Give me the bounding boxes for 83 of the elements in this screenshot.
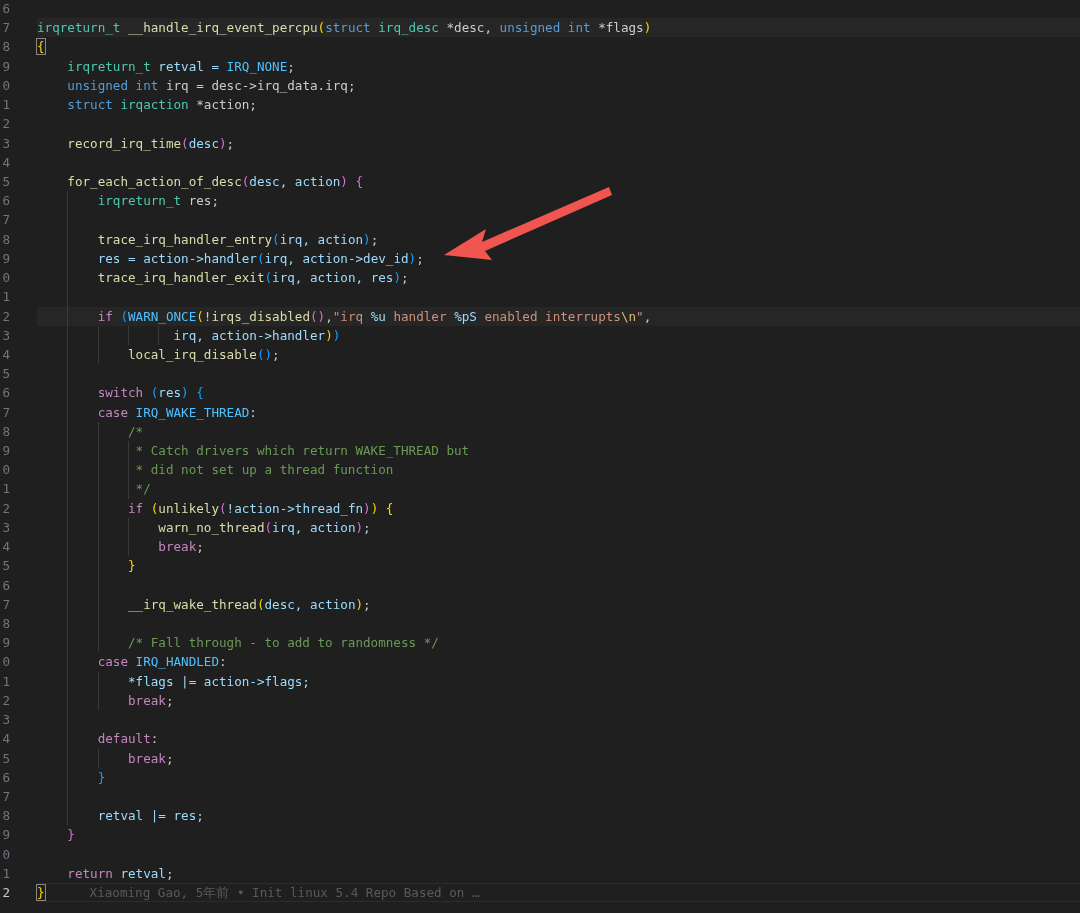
code-line: res = action->handler(irq, action->dev_id); [96,249,424,268]
code-line: } [37,884,45,902]
code-line: { [37,38,45,57]
code-line: irq, action->handler)) [172,326,341,345]
line-number: 9 [1,442,10,461]
line-number: 1 [1,672,10,691]
line-number: 7 [1,787,10,806]
code-line: /* Fall through - to add to randomness */ [127,634,439,653]
line-number: 7 [1,403,10,422]
line-number: 5 [1,172,10,191]
code-line: default: [96,730,159,749]
line-number: 6 [1,768,10,787]
line-number: 1 [1,480,10,499]
line-number: 0 [1,269,10,288]
line-number: 0 [1,76,10,95]
line-number: 6 [1,576,10,595]
line-number: 8 [1,615,10,633]
line-number: 8 [1,230,10,249]
code-line: local_irq_disable(); [127,345,280,364]
line-number: 6 [1,192,10,211]
code-line: /* [127,422,144,441]
line-number: 6 [1,384,10,403]
line-number: 1 [1,288,10,307]
line-number: 4 [1,538,10,557]
line-number: 7 [1,595,10,614]
code-line: * did not set up a thread function [134,461,394,480]
line-number: 5 [1,749,10,768]
code-line: record_irq_time(desc); [66,134,235,153]
code-line: warn_no_thread(irq, action); [157,518,371,537]
line-number: 9 [1,634,10,653]
code-line: for_each_action_of_desc(desc, action) { [66,172,364,191]
line-number: 8 [1,807,10,826]
code-line: return retval; [66,864,174,883]
line-number: 5 [1,365,10,384]
line-number: 7 [1,19,10,38]
line-number: 3 [1,518,10,537]
code-line: } [96,768,106,787]
line-number: 1 [1,864,10,883]
line-number: 4 [1,730,10,749]
code-line: retval |= res; [96,807,204,826]
code-line: } [66,826,75,845]
code-line: irqreturn_t retval = IRQ_NONE; [66,57,295,76]
line-number: 0 [1,461,10,480]
code-line: trace_irq_handler_entry(irq, action); [96,230,379,249]
line-number: 3 [1,326,10,345]
code-line: if (unlikely(!action->thread_fn)) { [127,499,394,518]
line-number: 3 [1,134,10,153]
line-number: 1 [1,96,10,115]
line-number: 8 [1,38,10,57]
line-number: 7 [1,211,10,230]
code-line: switch (res) { [96,384,204,403]
line-number: 9 [1,249,10,268]
code-line: unsigned int irq = desc->irq_data.irq; [66,76,356,95]
code-line: irqreturn_t res; [96,192,219,211]
line-number: 0 [1,653,10,672]
line-number: 5 [1,557,10,576]
code-line: break; [127,691,174,710]
line-number: 0 [1,845,10,864]
line-number: 2 [1,307,10,326]
code-line: break; [157,538,204,557]
line-number: 6 [1,0,10,18]
line-number: 4 [1,345,10,364]
line-number: 9 [1,826,10,845]
code-line: struct irqaction *action; [66,96,257,115]
line-number: 9 [1,57,10,76]
code-line: */ [134,480,151,499]
code-line: case IRQ_HANDLED: [96,653,227,672]
code-line: __irq_wake_thread(desc, action); [127,595,371,614]
code-line: } [127,557,136,576]
line-number: 4 [1,153,10,172]
line-number: 2 [1,884,10,903]
code-line: *flags |= action->flags; [127,672,310,691]
line-number: 2 [1,499,10,518]
line-number: 2 [1,691,10,710]
code-line: irqreturn_t __handle_irq_event_percpu(struct irq_desc *desc, unsigned int *flags) [37,19,652,38]
code-line: if (WARN_ONCE(!irqs_disabled(),"irq %u handler %pS enabled interrupts\n", [96,307,652,326]
code-line: * Catch drivers which return WAKE_THREAD but [134,442,470,461]
code-line: case IRQ_WAKE_THREAD: [96,403,257,422]
line-number: 3 [1,711,10,730]
line-number: 2 [1,115,10,134]
code-line: trace_irq_handler_exit(irq, action, res); [96,269,409,288]
line-number: 8 [1,422,10,441]
code-line: break; [127,749,174,768]
